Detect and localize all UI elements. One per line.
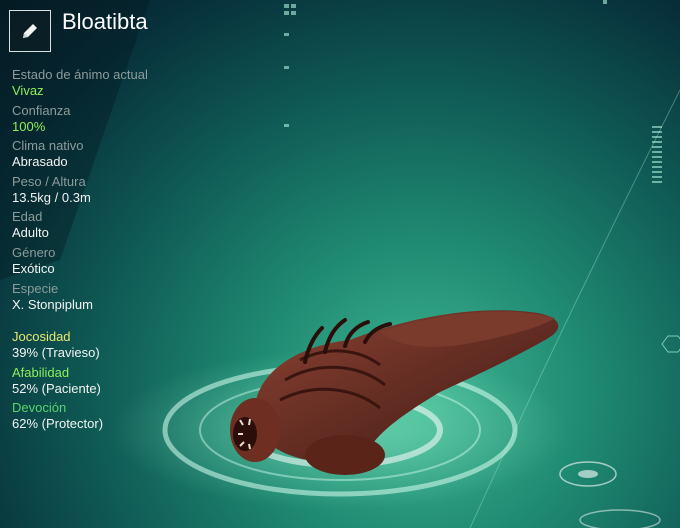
stat-row: Edad Adulto <box>12 209 212 245</box>
stat-label: Peso / Altura <box>12 173 86 189</box>
stat-row: Estado de ánimo actual Vivaz <box>12 67 212 103</box>
stat-row: Clima nativo Abrasado <box>12 138 212 174</box>
trait-value: 62% (Protector) <box>12 416 104 432</box>
stat-value: Exótico <box>12 260 55 276</box>
pet-name: Bloatibta <box>62 9 148 34</box>
scroll-indicator <box>652 126 662 183</box>
stat-value: 13.5kg / 0.3m <box>12 189 91 205</box>
trait-value: 52% (Paciente) <box>12 380 101 396</box>
stat-label: Edad <box>12 209 43 225</box>
stat-value: Abrasado <box>12 154 68 170</box>
stat-row: Género Exótico <box>12 245 212 281</box>
stat-label: Especie <box>12 280 59 296</box>
stat-row: Confianza 100% <box>12 103 212 139</box>
trait-row: Afabilidad 52% (Paciente) <box>12 365 232 401</box>
stat-value: 100% <box>12 118 46 134</box>
stat-label: Estado de ánimo actual <box>12 67 148 82</box>
stat-row: Especie X. Stonpiplum <box>12 281 212 317</box>
trait-row: Devoción 62% (Protector) <box>12 400 232 436</box>
trait-value: 39% (Travieso) <box>12 345 100 360</box>
hex-icon <box>661 335 680 353</box>
traits-panel: Jocosidad 39% (Travieso) Afabilidad 52% (Pa… <box>12 329 232 436</box>
trait-label: Jocosidad <box>12 329 71 344</box>
stat-label: Género <box>12 244 56 260</box>
trait-label: Afabilidad <box>12 364 70 380</box>
stat-label: Confianza <box>12 102 71 118</box>
stat-value: Adulto <box>12 225 49 241</box>
pencil-icon <box>23 24 37 38</box>
edit-name-button[interactable] <box>9 10 51 52</box>
stat-row: Peso / Altura 13.5kg / 0.3m <box>12 174 212 210</box>
trait-label: Devoción <box>12 400 67 416</box>
stat-value: Vivaz <box>12 83 44 98</box>
stat-value: X. Stonpiplum <box>12 296 93 312</box>
hud-ticks <box>284 0 607 127</box>
stats-panel: Estado de ánimo actual Vivaz Confianza 100%… <box>12 67 212 316</box>
trait-row: Jocosidad 39% (Travieso) <box>12 329 232 365</box>
stat-label: Clima nativo <box>12 138 84 154</box>
